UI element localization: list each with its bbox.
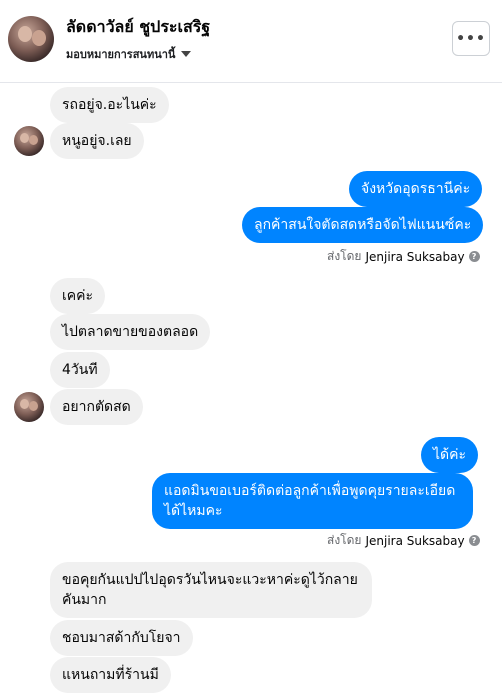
sent-by-prefix: ส่งโดย — [327, 533, 362, 547]
more-options-button[interactable]: ••• — [452, 21, 490, 56]
outgoing-message: แอดมินขอเบอร์ติดต่อลูกค้าเพื่อพูดคุยรายล… — [152, 473, 473, 529]
outgoing-message: จังหวัดอุดรธานีค่ะ — [349, 171, 483, 207]
sent-by-agent: Jenjira Suksabay — [365, 249, 465, 264]
outgoing-message: ได้ค่ะ — [421, 437, 479, 473]
help-icon[interactable]: ? — [468, 251, 480, 262]
contact-avatar-small — [14, 126, 44, 156]
contact-avatar[interactable] — [8, 16, 54, 62]
incoming-message: รถอยู่จ.อะไนค่ะ — [50, 87, 169, 123]
caret-down-icon — [181, 51, 192, 57]
outgoing-message: ลูกค้าสนใจตัดสดหรือจัดไฟแนนซ์คะ — [242, 207, 484, 243]
sent-by-agent: Jenjira Suksabay — [365, 533, 465, 548]
incoming-message: ชอบมาสด้ากับโยจา — [50, 620, 193, 656]
incoming-message: หนูอยู่จ.เลย — [50, 123, 144, 159]
conversation-header: ลัดดาวัลย์ ชูประเสริฐ มอบหมายการสนทนานี้… — [0, 0, 502, 83]
sent-by-prefix: ส่งโดย — [327, 249, 362, 263]
sent-by-label: ส่งโดย Jenjira Suksabay ? — [327, 247, 480, 266]
incoming-message: อยากตัดสด — [50, 389, 143, 425]
assign-conversation-dropdown[interactable]: มอบหมายการสนทนานี้ — [66, 45, 192, 63]
incoming-message: ไปตลาดขายของตลอด — [50, 314, 211, 350]
assign-conversation-label: มอบหมายการสนทนานี้ — [66, 48, 176, 61]
incoming-message: 4วันที — [50, 352, 110, 388]
incoming-message: ขอคุยกันแปปไปอุดรวันไหนจะแวะหาค่ะดูไว้กล… — [50, 562, 372, 618]
contact-name[interactable]: ลัดดาวัลย์ ชูประเสริฐ — [66, 15, 210, 40]
contact-avatar-small — [14, 392, 44, 422]
sent-by-label: ส่งโดย Jenjira Suksabay ? — [327, 531, 480, 550]
incoming-message: เคค่ะ — [50, 278, 106, 314]
help-icon[interactable]: ? — [468, 535, 480, 546]
incoming-message: แหนถามที่ร้านมี — [50, 657, 171, 693]
